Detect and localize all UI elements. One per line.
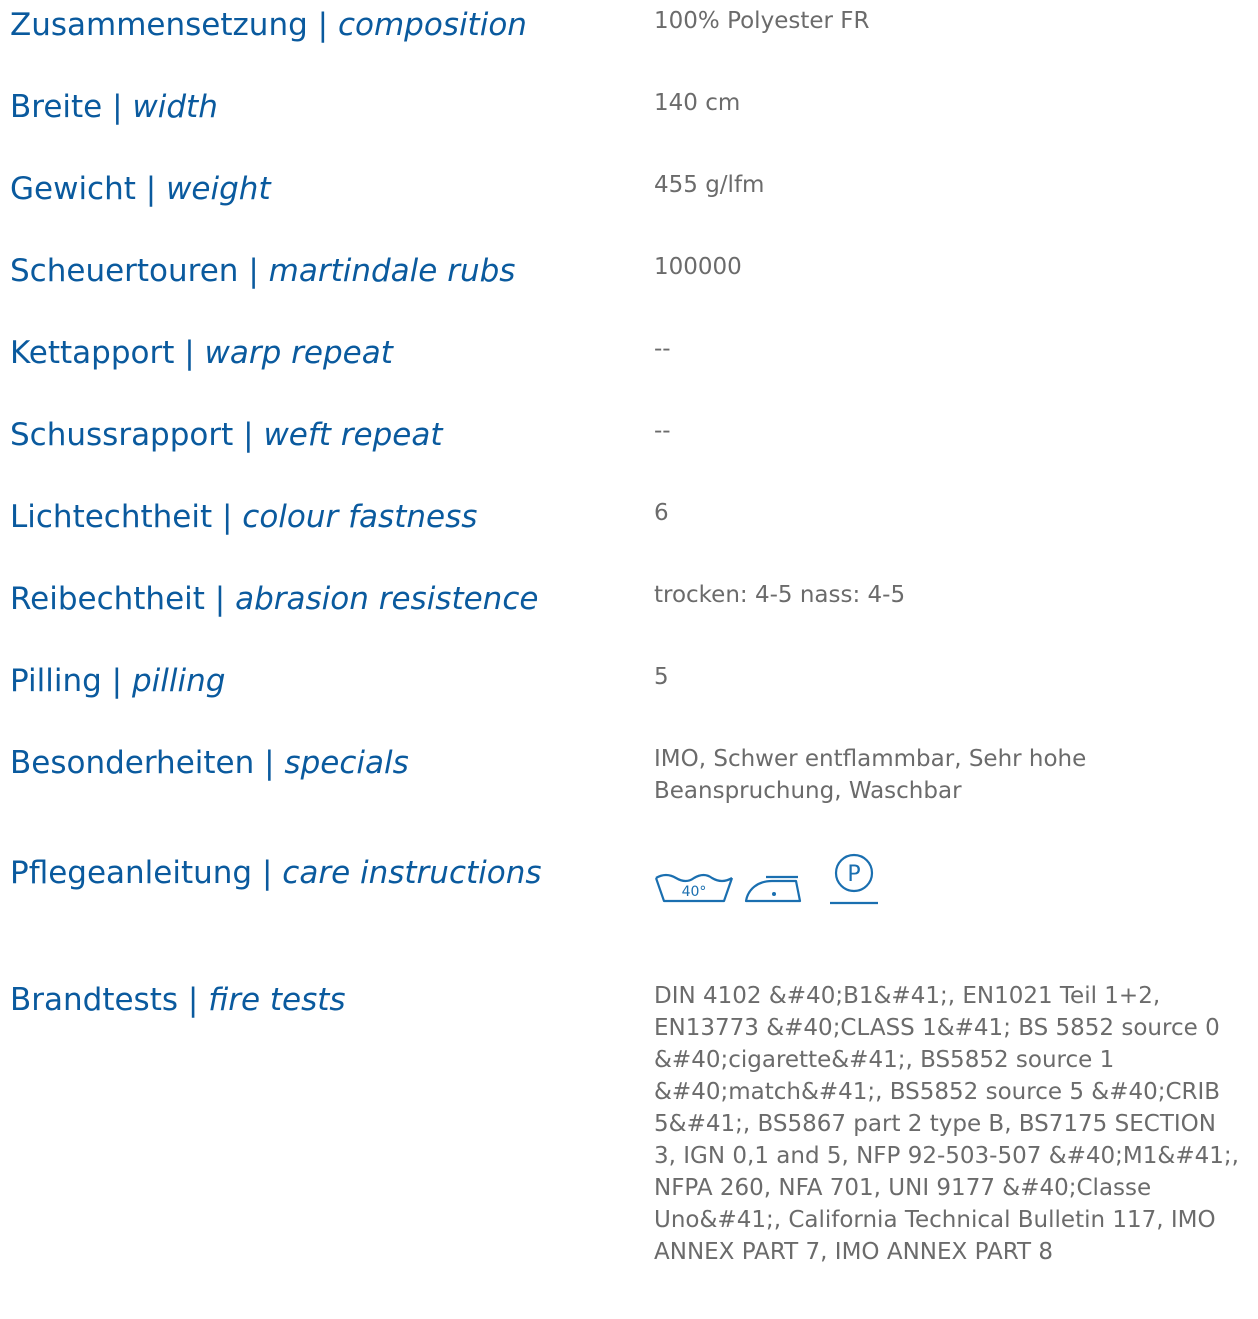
label-separator: | [102,89,133,125]
spec-label-warp-repeat: Kettapport | warp repeat [10,333,393,373]
label-de: Gewicht [10,171,136,207]
spec-value-martindale-rubs: 100000 [654,254,742,280]
fabric-specs-table: Zusammensetzung | composition 100% Polye… [0,0,1258,1319]
spec-value-fire-tests: DIN 4102 &#40;B1&#41;, EN1021 Teil 1+2, … [654,983,1239,1265]
spec-label-fire-tests: Brandtests | fire tests [10,980,346,1020]
iron-low-icon [744,875,802,903]
label-en: colour fastness [242,499,478,535]
spec-label-colour-fastness: Lichtechtheit | colour fastness [10,497,477,537]
spec-label-weight: Gewicht | weight [10,169,271,209]
label-de: Schussrapport [10,417,234,453]
label-de: Scheuertouren [10,253,239,289]
spec-label-abrasion-resistence: Reibechtheit | abrasion resistence [10,579,538,619]
wash-temp-label: 40° [682,884,707,900]
label-separator: | [204,581,236,617]
label-en: pilling [131,663,226,699]
spec-value-colour-fastness: 6 [654,500,669,526]
spec-value-pilling: 5 [654,664,669,690]
spec-value-weft-repeat: -- [654,418,671,444]
label-separator: | [212,499,243,535]
label-en: specials [284,745,409,781]
spec-label-width: Breite | width [10,87,218,127]
label-en: weft repeat [263,417,443,453]
spec-value-specials: IMO, Schwer entflammbar, Sehr hohe Beans… [654,746,1087,804]
professional-cleaning-label: P [847,862,860,887]
spec-value-warp-repeat: -- [654,336,671,362]
wash-40-icon: 40° [654,873,734,903]
label-separator: | [174,335,205,371]
spec-label-care-instructions: Pflegeanleitung | care instructions [10,853,542,893]
label-separator: | [252,855,283,891]
label-de: Brandtests [10,982,179,1018]
label-en: care instructions [282,855,542,891]
spec-label-weft-repeat: Schussrapport | weft repeat [10,415,443,455]
spec-label-martindale-rubs: Scheuertouren | martindale rubs [10,251,515,291]
label-en: abrasion resistence [235,581,539,617]
label-de: Pflegeanleitung [10,855,253,891]
label-separator: | [254,745,285,781]
label-de: Breite [10,89,103,125]
label-de: Lichtechtheit [10,499,213,535]
spec-label-pilling: Pilling | pilling [10,661,225,701]
spec-value-abrasion-resistence: trocken: 4-5 nass: 4-5 [654,582,906,608]
label-separator: | [135,171,167,207]
spec-value-composition: 100% Polyester FR [654,8,870,34]
spec-value-width: 140 cm [654,90,741,116]
label-en: warp repeat [204,335,393,371]
label-en: weight [166,171,271,207]
label-de: Reibechtheit [10,581,205,617]
label-en: fire tests [208,982,346,1018]
label-de: Besonderheiten [10,745,255,781]
label-separator: | [307,7,338,43]
care-icons: 40° P [654,853,886,911]
label-en: composition [337,7,527,43]
spec-label-specials: Besonderheiten | specials [10,743,409,783]
label-separator: | [238,253,269,289]
professional-cleaning-p-icon: P [830,853,878,905]
spec-label-composition: Zusammensetzung | composition [10,5,527,45]
label-separator: | [178,982,209,1018]
label-de: Kettapport [10,335,175,371]
label-de: Pilling [10,663,102,699]
label-separator: | [101,663,132,699]
spec-value-weight: 455 g/lfm [654,172,765,198]
label-separator: | [233,417,264,453]
label-de: Zusammensetzung [10,7,308,43]
label-en: martindale rubs [268,253,516,289]
label-en: width [132,89,218,125]
